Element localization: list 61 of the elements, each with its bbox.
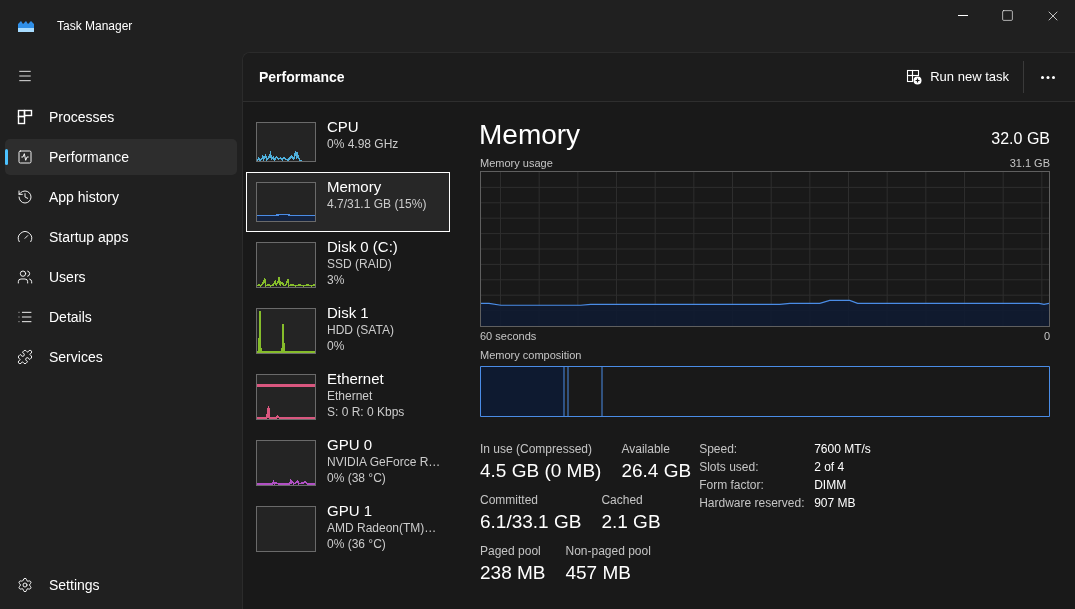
minimize-icon: [957, 15, 968, 16]
page-title: Performance: [259, 67, 345, 87]
nav-item[interactable]: Services: [5, 339, 237, 375]
gauge-icon: [17, 229, 33, 245]
stat-value: 4.5 GB (0 MB): [480, 459, 602, 483]
stat-value: 238 MB: [480, 561, 546, 585]
axis-end-label: 0: [1043, 329, 1050, 343]
grid-plus-icon: [906, 69, 923, 85]
property-label: Form factor:: [699, 477, 765, 493]
stat-value: 457 MB: [565, 561, 632, 585]
menu-icon: [17, 68, 33, 84]
more-icon: [1041, 75, 1055, 79]
nav-item[interactable]: App history: [5, 179, 237, 215]
graph-label: Memory composition: [480, 349, 582, 361]
section-title: Memory: [479, 118, 581, 152]
device-item[interactable]: Disk 0 (C:) SSD (RAID) 3%: [246, 232, 450, 298]
graph-thumbnail: [256, 506, 316, 552]
settings-item[interactable]: Settings: [5, 567, 237, 603]
property-value: 2 of 4: [814, 459, 846, 475]
property-label: Speed:: [699, 441, 739, 457]
nav-item[interactable]: Startup apps: [5, 219, 237, 255]
property-label: Hardware reserved:: [699, 495, 806, 511]
run-new-task-button[interactable]: Run new task: [898, 61, 1017, 93]
history-icon: [17, 189, 33, 205]
property-value: DIMM: [814, 477, 848, 493]
stat-label: Cached: [601, 492, 644, 508]
axis-start-label: 60 seconds: [480, 329, 537, 343]
stat-value: 6.1/33.1 GB: [480, 510, 582, 534]
nav-item[interactable]: Details: [5, 299, 237, 335]
graph-label: Memory usage: [480, 156, 553, 170]
property-label: Slots used:: [699, 459, 760, 475]
device-item[interactable]: CPU 0% 4.98 GHz: [246, 112, 450, 172]
capacity-value: 32.0 GB: [991, 129, 1050, 149]
chart-logo-icon: [18, 20, 34, 32]
nav-item[interactable]: Processes: [5, 99, 237, 135]
device-item[interactable]: GPU 1 AMD Radeon(TM)… 0% (36 °C): [246, 496, 450, 562]
maximize-icon: [1001, 9, 1014, 22]
stat-value: 26.4 GB: [621, 459, 692, 483]
device-item[interactable]: Disk 1 HDD (SATA) 0%: [246, 298, 450, 364]
property-value: 907 MB: [814, 495, 857, 511]
settings-icon: [17, 577, 33, 593]
stat-label: Paged pool: [480, 543, 542, 559]
users-icon: [17, 269, 33, 285]
list-icon: [17, 309, 33, 325]
grid-icon: [17, 109, 33, 125]
nav-item[interactable]: Performance: [5, 139, 237, 175]
activity-icon: [17, 149, 33, 165]
stat-label: Available: [621, 441, 671, 457]
stat-value: 2.1 GB: [601, 510, 661, 534]
graph-max-label: 31.1 GB: [1009, 156, 1050, 170]
property-value: 7600 MT/s: [814, 441, 871, 457]
stat-label: Non-paged pool: [565, 543, 651, 559]
selection-indicator: [5, 149, 8, 165]
window-title: Task Manager: [57, 18, 133, 35]
nav-item[interactable]: Users: [5, 259, 237, 295]
device-item[interactable]: Memory 4.7/31.1 GB (15%): [246, 172, 450, 232]
device-item[interactable]: Ethernet Ethernet S: 0 R: 0 Kbps: [246, 364, 450, 430]
puzzle-icon: [17, 349, 33, 365]
device-item[interactable]: GPU 0 NVIDIA GeForce R… 0% (38 °C): [246, 430, 450, 496]
stat-label: In use (Compressed): [480, 441, 594, 457]
stat-label: Committed: [480, 492, 539, 508]
